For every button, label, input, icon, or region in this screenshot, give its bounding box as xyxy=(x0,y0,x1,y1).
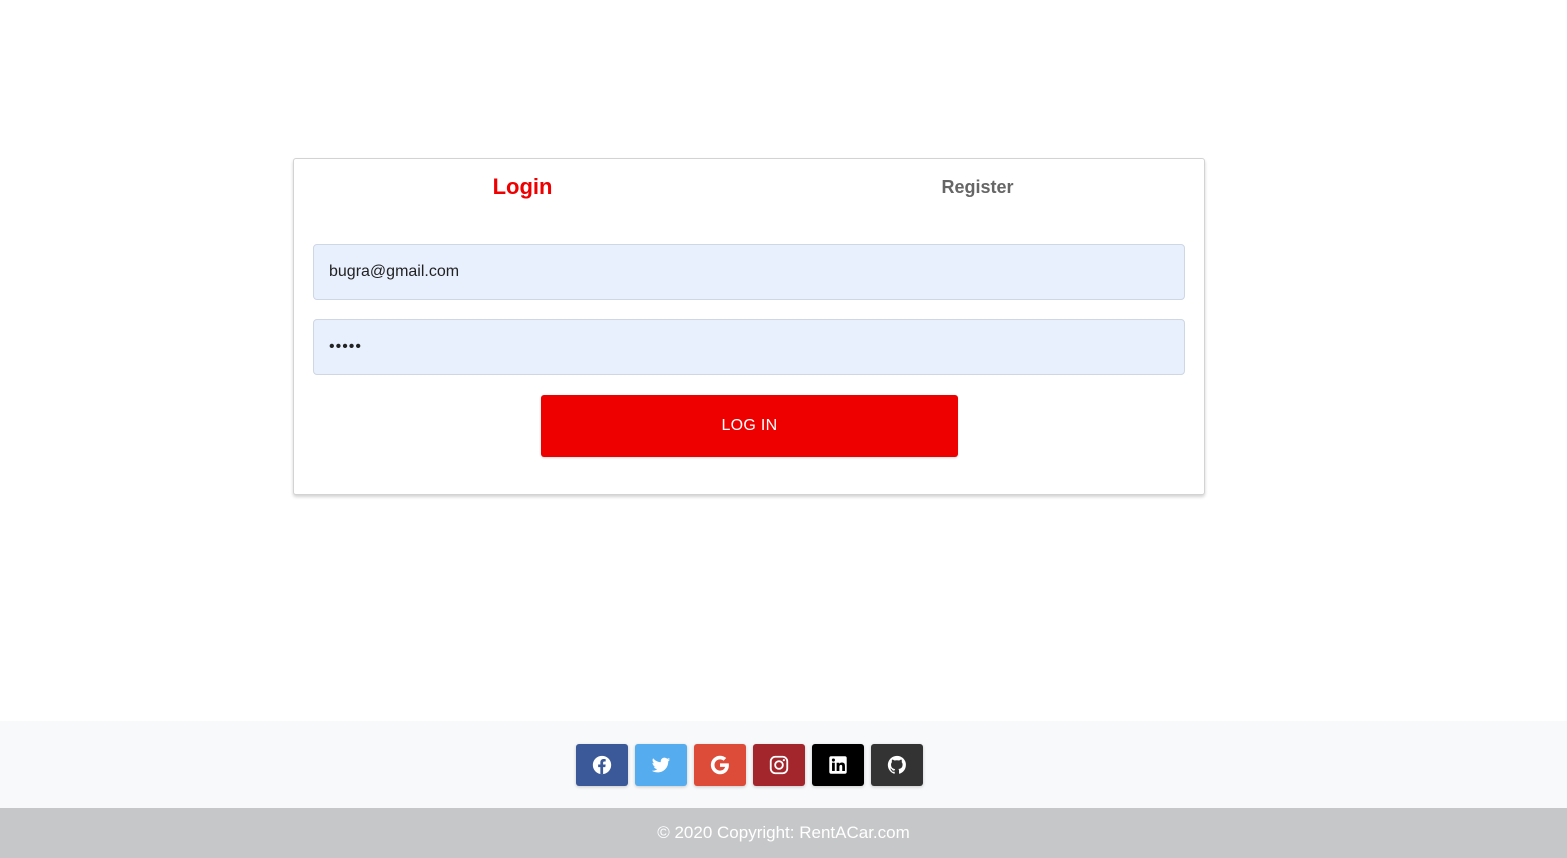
password-input[interactable] xyxy=(313,319,1185,375)
tab-login[interactable]: Login xyxy=(294,159,749,215)
linkedin-button[interactable] xyxy=(812,744,864,786)
copyright-bar: © 2020 Copyright: RentACar.com xyxy=(0,808,1567,858)
facebook-icon xyxy=(592,755,612,775)
social-footer xyxy=(0,721,1567,808)
google-icon xyxy=(710,755,729,775)
auth-tabs: Login Register xyxy=(294,159,1204,215)
github-icon xyxy=(887,755,906,774)
facebook-button[interactable] xyxy=(576,744,628,786)
instagram-button[interactable] xyxy=(753,744,805,786)
copyright-text: © 2020 Copyright: RentACar.com xyxy=(657,823,910,842)
login-button[interactable]: LOG IN xyxy=(541,395,958,457)
github-button[interactable] xyxy=(871,744,923,786)
auth-card: Login Register LOG IN xyxy=(293,158,1205,495)
instagram-icon xyxy=(769,755,789,775)
email-input[interactable] xyxy=(313,244,1185,300)
google-button[interactable] xyxy=(694,744,746,786)
tab-register[interactable]: Register xyxy=(749,159,1204,215)
linkedin-icon xyxy=(829,756,847,774)
twitter-icon xyxy=(651,757,671,773)
page: Login Register LOG IN xyxy=(0,0,1567,858)
twitter-button[interactable] xyxy=(635,744,687,786)
social-buttons xyxy=(576,744,923,786)
